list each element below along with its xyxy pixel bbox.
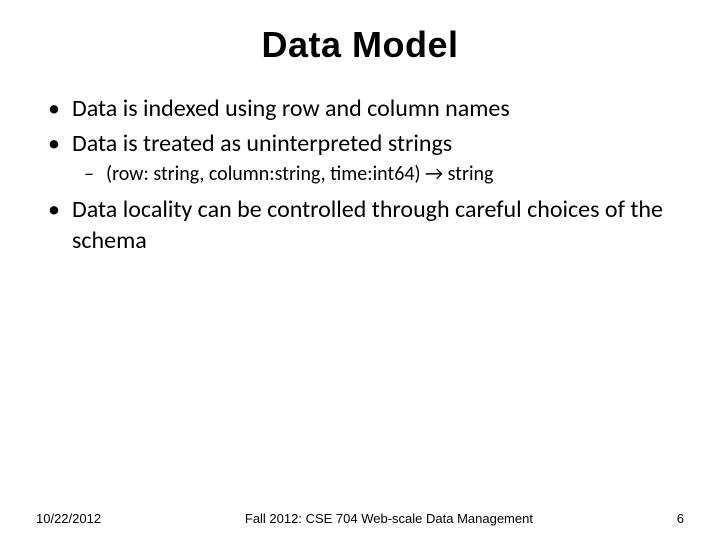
sub-bullet-item: (row: string, column:string, time:int64)… [106, 161, 684, 187]
slide: Data Model Data is indexed using row and… [0, 0, 720, 540]
footer-date: 10/22/2012 [36, 511, 101, 526]
bullet-list: Data is indexed using row and column nam… [36, 94, 684, 257]
footer-page-number: 6 [677, 511, 684, 526]
slide-content: Data is indexed using row and column nam… [36, 94, 684, 257]
slide-footer: 10/22/2012 Fall 2012: CSE 704 Web-scale … [0, 511, 720, 526]
slide-title: Data Model [36, 24, 684, 66]
bullet-item: Data is treated as uninterpreted strings… [72, 129, 684, 188]
bullet-item: Data is indexed using row and column nam… [72, 94, 684, 125]
bullet-item: Data locality can be controlled through … [72, 195, 684, 256]
bullet-text: Data is treated as uninterpreted strings [72, 129, 452, 158]
footer-course: Fall 2012: CSE 704 Web-scale Data Manage… [101, 511, 677, 526]
sub-bullet-list: (row: string, column:string, time:int64)… [72, 161, 684, 187]
